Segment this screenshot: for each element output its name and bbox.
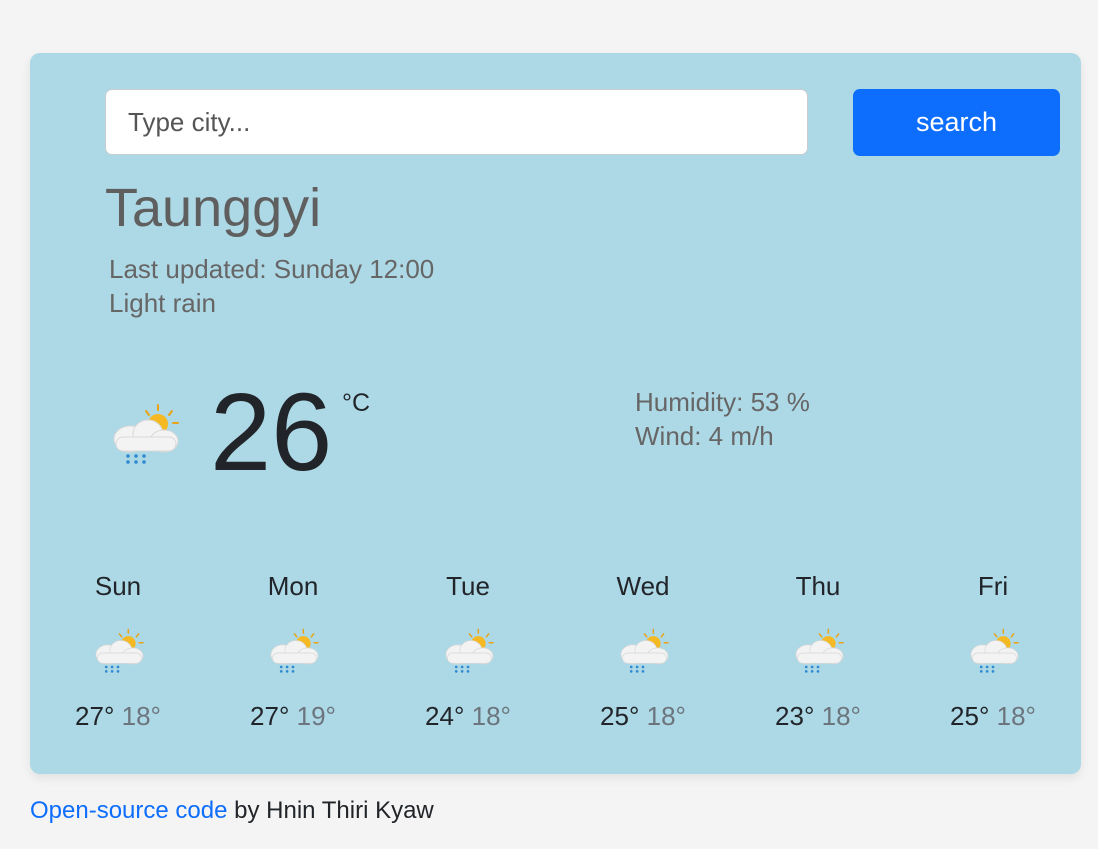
search-button[interactable]: search	[853, 89, 1060, 156]
light-rain-sun-icon	[795, 628, 844, 673]
forecast-day-name: Thu	[795, 571, 841, 601]
forecast-max-temp: 27°	[250, 701, 290, 731]
forecast-row: Sun 27° 18° Mon 27° 19° Tue 24° 18° Wed …	[30, 573, 1081, 743]
weather-card: search Taunggyi Last updated: Sunday 12:…	[30, 53, 1081, 774]
forecast-max-temp: 23°	[775, 701, 815, 731]
forecast-min-temp: 19°	[296, 701, 336, 731]
forecast-min-temp: 18°	[121, 701, 161, 731]
forecast-day-name: Sun	[94, 571, 142, 601]
forecast-day: Tue 24° 18°	[388, 573, 548, 729]
temperature-unit-toggle[interactable]: °C	[342, 391, 370, 416]
forecast-day-name: Tue	[446, 571, 490, 601]
forecast-temperatures: 23° 18°	[738, 703, 898, 729]
forecast-day: Thu 23° 18°	[738, 573, 898, 729]
forecast-max-temp: 24°	[425, 701, 465, 731]
light-rain-sun-icon	[445, 628, 494, 673]
forecast-min-temp: 18°	[471, 701, 511, 731]
wind-text: Wind: 4 m/h	[635, 421, 774, 451]
forecast-temperatures: 24° 18°	[388, 703, 548, 729]
forecast-day-name: Mon	[267, 571, 319, 601]
humidity-text: Humidity: 53 %	[635, 387, 810, 417]
forecast-day-name: Wed	[616, 571, 670, 601]
city-name: Taunggyi	[105, 178, 322, 238]
forecast-min-temp: 18°	[996, 701, 1036, 731]
forecast-max-temp: 25°	[600, 701, 640, 731]
forecast-day: Mon 27° 19°	[213, 573, 373, 729]
light-rain-sun-icon	[270, 628, 319, 673]
forecast-day: Wed 25° 18°	[563, 573, 723, 729]
light-rain-sun-icon	[620, 628, 669, 673]
footer-credit: Open-source code by Hnin Thiri Kyaw	[30, 799, 434, 823]
forecast-min-temp: 18°	[821, 701, 861, 731]
city-search-input[interactable]	[105, 89, 808, 155]
forecast-max-temp: 25°	[950, 701, 990, 731]
forecast-day: Sun 27° 18°	[38, 573, 198, 729]
forecast-temperatures: 25° 18°	[563, 703, 723, 729]
forecast-max-temp: 27°	[75, 701, 115, 731]
light-rain-sun-icon	[113, 404, 179, 464]
forecast-temperatures: 27° 19°	[213, 703, 373, 729]
forecast-day-name: Fri	[977, 571, 1009, 601]
light-rain-sun-icon	[970, 628, 1019, 673]
open-source-code-link[interactable]: Open-source code	[30, 797, 227, 824]
last-updated-text: Last updated: Sunday 12:00	[109, 254, 435, 284]
footer-author-text: by Hnin Thiri Kyaw	[227, 797, 434, 824]
forecast-temperatures: 27° 18°	[38, 703, 198, 729]
forecast-temperatures: 25° 18°	[913, 703, 1073, 729]
forecast-min-temp: 18°	[646, 701, 686, 731]
light-rain-sun-icon	[95, 628, 144, 673]
current-temperature: 26	[210, 371, 333, 494]
forecast-day: Fri 25° 18°	[913, 573, 1073, 729]
weather-description: Light rain	[109, 288, 216, 318]
